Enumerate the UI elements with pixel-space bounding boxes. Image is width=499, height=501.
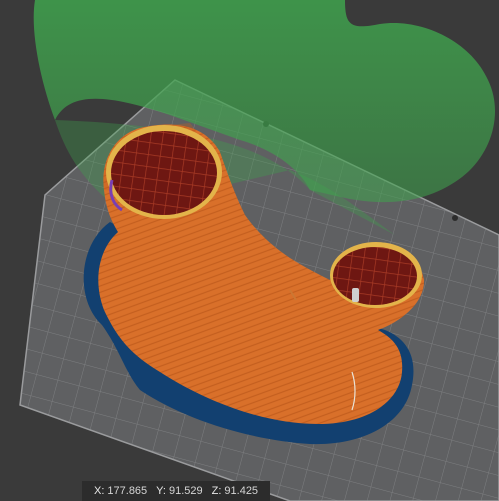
x-coordinate: X: 177.865 bbox=[94, 481, 147, 501]
x-value: 177.865 bbox=[107, 485, 148, 497]
z-value: 91.425 bbox=[224, 485, 259, 497]
z-coordinate: Z: 91.425 bbox=[212, 481, 258, 501]
x-label: X: bbox=[94, 485, 105, 497]
y-coordinate: Y: 91.529 bbox=[156, 481, 202, 501]
y-value: 91.529 bbox=[168, 485, 203, 497]
3d-viewport[interactable] bbox=[0, 0, 499, 501]
z-label: Z: bbox=[211, 485, 222, 497]
cursor-coordinate-readout: X: 177.865 Y: 91.529 Z: 91.425 bbox=[82, 481, 270, 501]
y-label: Y: bbox=[156, 485, 166, 497]
